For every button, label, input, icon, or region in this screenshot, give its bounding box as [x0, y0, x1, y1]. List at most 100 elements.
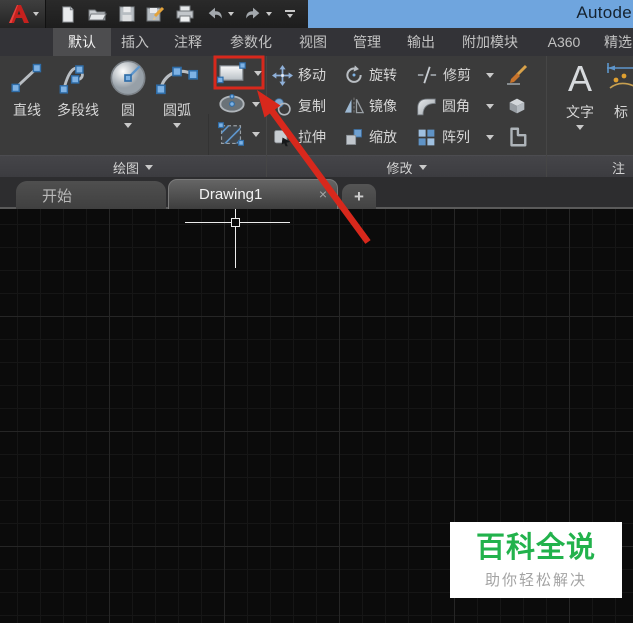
hatch-icon — [216, 121, 246, 147]
watermark-title: 百科全说 — [450, 531, 622, 565]
ribbon-tab-output[interactable]: 输出 — [398, 28, 444, 56]
close-tab-icon[interactable]: × — [319, 186, 327, 202]
ribbon-tab-addins[interactable]: 附加模块 — [452, 28, 528, 56]
stretch-tool-button[interactable]: 拉伸 — [272, 126, 326, 148]
trim-dropdown[interactable] — [486, 64, 494, 86]
ellipse-tool-button[interactable] — [218, 93, 260, 115]
ribbon-tab-default[interactable]: 默认 — [53, 28, 111, 56]
dimension-icon — [606, 62, 633, 96]
match-properties-brush-icon — [505, 64, 529, 86]
watermark-subtitle: 助你轻松解决 — [450, 569, 622, 590]
mirror-icon — [344, 96, 364, 116]
new-file-icon — [58, 5, 77, 24]
circle-tool-button[interactable]: 圆 — [106, 58, 150, 128]
file-tab-bar: 开始 Drawing1 × + — [0, 177, 633, 209]
line-icon — [9, 61, 45, 95]
qat-saveas-button[interactable] — [142, 2, 168, 26]
modify-panel-footer[interactable]: 修改 — [267, 156, 546, 178]
fillet-icon — [416, 96, 437, 116]
ribbon-tab-insert[interactable]: 插入 — [113, 28, 157, 56]
text-dropdown-icon[interactable] — [576, 125, 584, 130]
rectangle-icon — [216, 61, 248, 85]
panel-separator — [546, 56, 547, 177]
match-properties-button[interactable] — [504, 64, 530, 86]
extrude-button[interactable] — [504, 126, 530, 148]
panel-footer-row: 绘图 修改 注 — [0, 155, 633, 177]
qat-open-button[interactable] — [84, 2, 110, 26]
arc-tool-button[interactable]: 圆弧 — [152, 58, 202, 128]
modify-panel-expand-icon — [419, 165, 427, 170]
qat-redo-dropdown[interactable] — [262, 2, 276, 26]
scale-icon — [344, 127, 364, 147]
fillet-tool-button[interactable]: 圆角 — [416, 95, 470, 117]
app-menu-button[interactable] — [0, 0, 46, 28]
ribbon-panel-area: 直线 多段线 圆 — [0, 56, 633, 155]
copy-tool-button[interactable]: 复制 — [272, 95, 326, 117]
draw-panel-footer[interactable]: 绘图 — [0, 156, 266, 178]
rectangle-dropdown-icon[interactable] — [254, 71, 262, 76]
ellipse-icon — [218, 93, 246, 115]
move-icon — [272, 65, 293, 86]
printer-icon — [175, 4, 195, 24]
ellipse-dropdown-icon[interactable] — [252, 102, 260, 107]
hatch-tool-button[interactable] — [216, 121, 260, 147]
titlebar: Autode — [0, 0, 633, 28]
open-folder-icon — [87, 4, 107, 24]
array-icon — [416, 127, 437, 148]
qat-new-button[interactable] — [54, 2, 80, 26]
hatch-dropdown-icon[interactable] — [252, 132, 260, 137]
app-menu-dropdown-icon — [33, 12, 39, 16]
arc-dropdown-icon[interactable] — [173, 123, 181, 128]
qat-undo-dropdown[interactable] — [224, 2, 238, 26]
file-tab-drawing1[interactable]: Drawing1 × — [168, 179, 338, 209]
autocad-window: Autode 默认 插入 注释 参数化 视图 管理 输出 附加模块 A360 精… — [0, 0, 633, 623]
ribbon-tab-a360[interactable]: A360 — [538, 28, 590, 56]
fillet-dropdown[interactable] — [486, 95, 494, 117]
rotate-tool-button[interactable]: 旋转 — [344, 64, 397, 86]
file-tab-start[interactable]: 开始 — [16, 181, 166, 209]
rotate-icon — [344, 65, 364, 85]
save-icon — [118, 5, 136, 23]
copy-icon — [272, 96, 293, 117]
array-dropdown[interactable] — [486, 126, 494, 148]
3d-box-button[interactable] — [504, 95, 530, 117]
ribbon-tab-manage[interactable]: 管理 — [344, 28, 390, 56]
ribbon-tab-parametric[interactable]: 参数化 — [221, 28, 281, 56]
window-title: Autode — [576, 3, 632, 23]
dimension-tool-button[interactable]: 标 — [606, 58, 633, 122]
qat-plot-button[interactable] — [172, 2, 198, 26]
array-tool-button[interactable]: 阵列 — [416, 126, 470, 148]
undo-icon — [205, 5, 225, 23]
redo-icon — [243, 5, 263, 23]
polyline-tool-button[interactable]: 多段线 — [52, 58, 104, 120]
draw-panel-expand-icon — [145, 165, 153, 170]
crosshair-pickbox — [231, 218, 240, 227]
trim-tool-button[interactable]: 修剪 — [416, 64, 471, 86]
extrude-shape-icon — [506, 126, 528, 148]
qat-customize-button[interactable] — [280, 2, 300, 26]
rectangle-tool-button[interactable] — [216, 61, 262, 85]
circle-icon — [108, 58, 148, 98]
ribbon-tab-view[interactable]: 视图 — [290, 28, 336, 56]
trim-icon — [416, 65, 438, 85]
save-as-icon — [145, 4, 165, 24]
arc-icon — [156, 58, 198, 98]
qat-save-button[interactable] — [114, 2, 140, 26]
annotate-panel-footer[interactable]: 注 — [612, 156, 633, 178]
text-tool-button[interactable]: A 文字 — [556, 58, 604, 130]
quick-access-toolbar — [0, 0, 308, 28]
ribbon-tab-featured[interactable]: 精选 — [598, 28, 633, 56]
circle-dropdown-icon[interactable] — [124, 123, 132, 128]
mirror-tool-button[interactable]: 镜像 — [344, 95, 397, 117]
text-icon: A — [568, 60, 592, 98]
ribbon-tab-annotate[interactable]: 注释 — [166, 28, 210, 56]
scale-tool-button[interactable]: 缩放 — [344, 126, 397, 148]
watermark: 百科全说 助你轻松解决 — [450, 522, 622, 598]
polyline-icon — [58, 61, 98, 95]
new-tab-button[interactable]: + — [342, 184, 376, 209]
drawing-canvas[interactable]: 百科全说 助你轻松解决 — [0, 209, 633, 623]
ribbon-tab-bar: 默认 插入 注释 参数化 视图 管理 输出 附加模块 A360 精选 — [0, 28, 633, 56]
line-tool-button[interactable]: 直线 — [4, 58, 50, 120]
move-tool-button[interactable]: 移动 — [272, 64, 326, 86]
3d-box-icon — [506, 95, 528, 117]
